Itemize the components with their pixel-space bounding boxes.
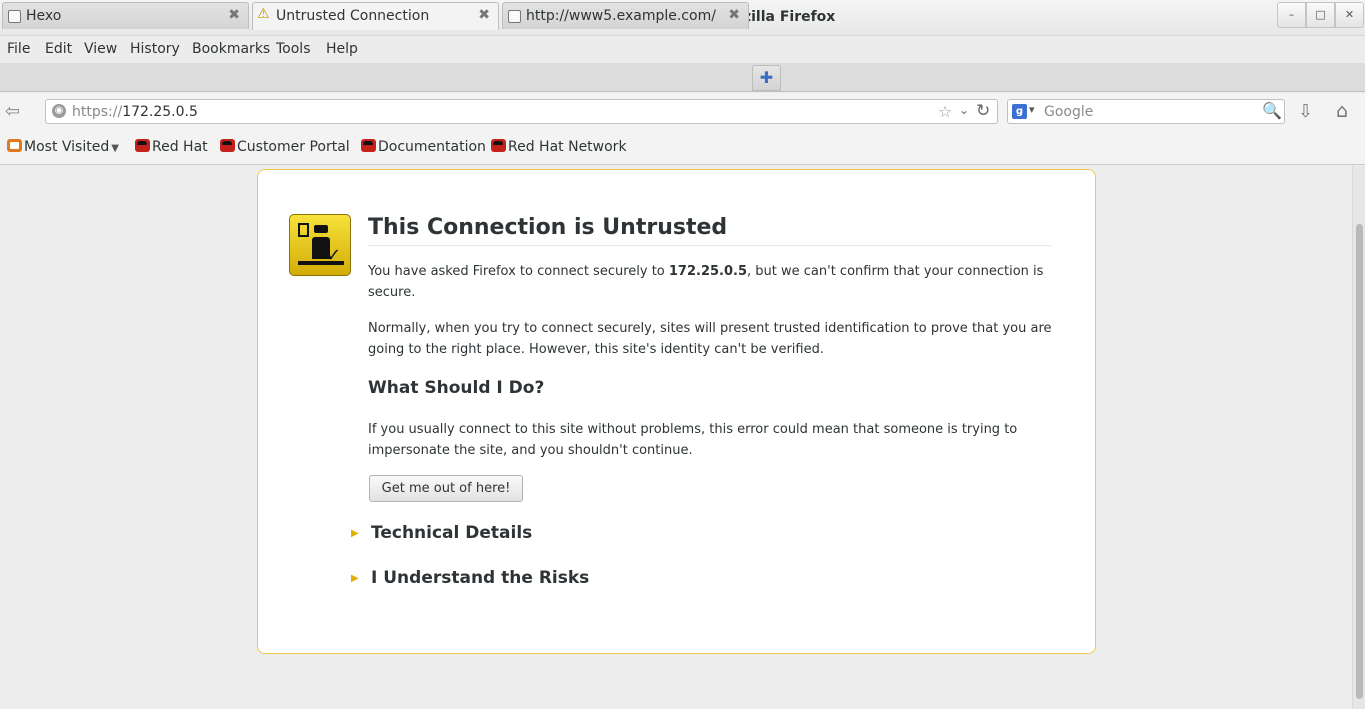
bookmark-label: Most Visited — [24, 139, 110, 155]
url-text[interactable]: https://172.25.0.5 — [72, 104, 198, 120]
security-officer-icon: ✓ — [289, 214, 351, 276]
tab-label: Untrusted Connection — [276, 8, 430, 24]
tab-close-icon[interactable]: ✖ — [478, 7, 490, 23]
expand-triangle-icon: ▶ — [351, 573, 359, 584]
menu-edit[interactable]: Edit — [45, 41, 72, 57]
warning-icon: ⚠ — [257, 6, 270, 22]
url-bar[interactable]: ◉ https://172.25.0.5 ☆ ⌄ ↻ — [45, 99, 998, 124]
redhat-icon — [220, 139, 235, 152]
menu-view[interactable]: View — [84, 41, 117, 57]
expand-triangle-icon: ▶ — [351, 528, 359, 539]
scrollbar-thumb[interactable] — [1356, 224, 1363, 699]
most-visited-icon — [7, 139, 22, 152]
engine-dropdown-icon[interactable]: ▾ — [1029, 103, 1035, 116]
bookmark-customer-portal[interactable]: Customer Portal — [220, 139, 350, 155]
error-title: This Connection is Untrusted — [368, 215, 728, 240]
minimize-button[interactable]: – — [1277, 2, 1306, 28]
home-icon[interactable]: ⌂ — [1336, 100, 1348, 122]
url-scheme: https:// — [72, 104, 123, 120]
understand-risks-label: I Understand the Risks — [371, 568, 590, 588]
technical-details-label: Technical Details — [371, 523, 533, 543]
navigation-toolbar: ⇦ ◉ https://172.25.0.5 ☆ ⌄ ↻ g ▾ 🔍 ⇩ ⌂ — [0, 93, 1365, 130]
tab-close-icon[interactable]: ✖ — [728, 7, 740, 23]
understand-risks-expander[interactable]: ▶ I Understand the Risks — [351, 568, 591, 592]
bookmark-label: Customer Portal — [237, 139, 350, 155]
bookmark-most-visited[interactable]: Most Visited ▼ — [7, 139, 119, 155]
tab-label: Hexo — [26, 8, 62, 24]
blank-page-icon — [508, 10, 521, 23]
maximize-button[interactable]: □ — [1306, 2, 1335, 28]
bookmark-documentation[interactable]: Documentation — [361, 139, 486, 155]
error-explanation-text: Normally, when you try to connect secure… — [368, 321, 1052, 357]
vertical-scrollbar[interactable] — [1352, 166, 1365, 709]
chevron-down-icon: ▼ — [111, 143, 119, 154]
bookmark-label: Red Hat — [152, 139, 208, 155]
tab-label: http://www5.example.com/ — [526, 8, 716, 24]
tab-hexo[interactable]: Hexo ✖ — [2, 2, 249, 29]
get-me-out-button[interactable]: Get me out of here! — [369, 475, 523, 502]
menu-history[interactable]: History — [130, 41, 180, 57]
redhat-icon — [491, 139, 506, 152]
google-engine-icon[interactable]: g — [1012, 104, 1027, 119]
downloads-arrow-icon[interactable]: ⇩ — [1298, 101, 1313, 122]
url-host: 172.25.0.5 — [122, 104, 198, 120]
close-window-button[interactable]: ✕ — [1335, 2, 1364, 28]
what-should-i-do-heading: What Should I Do? — [368, 378, 545, 398]
back-arrow-icon[interactable]: ⇦ — [5, 101, 20, 122]
bookmark-label: Red Hat Network — [508, 139, 627, 155]
title-divider — [368, 245, 1051, 246]
tab-www5-example[interactable]: http://www5.example.com/ ✖ — [502, 2, 749, 29]
tab-close-icon[interactable]: ✖ — [228, 7, 240, 23]
new-tab-button[interactable]: ✚ — [752, 65, 781, 91]
advice-text: If you usually connect to this site with… — [368, 422, 1018, 458]
search-bar[interactable]: g ▾ 🔍 — [1007, 99, 1285, 124]
menu-file[interactable]: File — [7, 41, 30, 57]
redhat-icon — [361, 139, 376, 152]
search-magnifier-icon[interactable]: 🔍 — [1262, 101, 1282, 120]
bookmark-star-icon[interactable]: ☆ — [938, 102, 952, 121]
bookmark-label: Documentation — [378, 139, 486, 155]
blank-page-icon — [8, 10, 21, 23]
error-intro-text: You have asked Firefox to connect secure… — [368, 264, 1044, 300]
menu-bookmarks[interactable]: Bookmarks — [192, 41, 270, 57]
redhat-icon — [135, 139, 150, 152]
menu-help[interactable]: Help — [326, 41, 358, 57]
technical-details-expander[interactable]: ▶ Technical Details — [351, 523, 551, 547]
bookmarks-toolbar: Most Visited ▼ Red Hat Customer Portal Do… — [0, 130, 1365, 165]
globe-icon[interactable]: ◉ — [52, 104, 66, 118]
bookmark-red-hat-network[interactable]: Red Hat Network — [491, 139, 627, 155]
menu-tools[interactable]: Tools — [276, 41, 311, 57]
bookmark-red-hat[interactable]: Red Hat — [135, 139, 208, 155]
menu-bar: File Edit View History Bookmarks Tools H… — [0, 37, 1365, 63]
tab-strip — [0, 63, 1365, 92]
reload-icon[interactable]: ↻ — [976, 101, 990, 121]
host-name: 172.25.0.5 — [668, 264, 748, 279]
tab-untrusted-connection[interactable]: ⚠ Untrusted Connection ✖ — [252, 2, 499, 30]
search-input[interactable] — [1044, 103, 1254, 121]
history-dropdown-icon[interactable]: ⌄ — [959, 103, 969, 117]
